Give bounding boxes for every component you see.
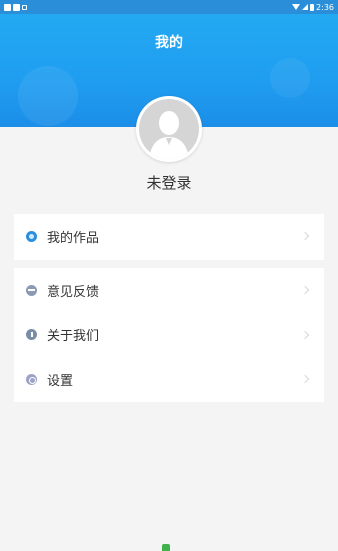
status-system-icons: 2:36	[292, 3, 334, 12]
notification-icon	[4, 3, 11, 11]
battery-icon	[310, 3, 315, 11]
settings-icon	[26, 373, 37, 385]
menu-group-other: 意见反馈 关于我们 设置	[14, 268, 324, 402]
signal-icon	[302, 4, 309, 10]
decorative-circle	[270, 58, 310, 98]
menu-item-my-works[interactable]: 我的作品	[14, 214, 324, 258]
decorative-circle	[18, 66, 78, 126]
about-icon	[26, 329, 37, 341]
menu-item-settings[interactable]: 设置	[14, 357, 324, 402]
menu-item-feedback[interactable]: 意见反馈	[14, 268, 324, 313]
chevron-right-icon	[300, 330, 310, 340]
page-title: 我的	[155, 35, 183, 51]
bottom-nav-indicator	[162, 544, 170, 551]
status-notification-icons	[4, 3, 27, 11]
status-time: 2:36	[316, 2, 334, 12]
login-status[interactable]: 未登录	[0, 172, 338, 193]
chevron-right-icon	[300, 375, 310, 384]
menu-item-label: 我的作品	[47, 230, 100, 246]
feedback-icon	[26, 284, 37, 296]
chevron-right-icon	[300, 286, 310, 295]
status-bar: 2:36	[0, 0, 338, 14]
menu-item-about-us[interactable]: 关于我们	[14, 313, 324, 358]
menu-group-works: 我的作品	[14, 214, 324, 260]
notification-icon	[13, 3, 20, 11]
works-icon	[26, 230, 37, 242]
notification-icon	[22, 4, 27, 10]
menu-item-label: 意见反馈	[47, 284, 100, 300]
chevron-right-icon	[300, 231, 310, 241]
menu-item-label: 关于我们	[47, 329, 100, 345]
avatar[interactable]	[136, 96, 202, 162]
wifi-icon	[292, 4, 301, 10]
menu-item-label: 设置	[47, 373, 74, 389]
default-avatar-icon	[139, 99, 199, 159]
